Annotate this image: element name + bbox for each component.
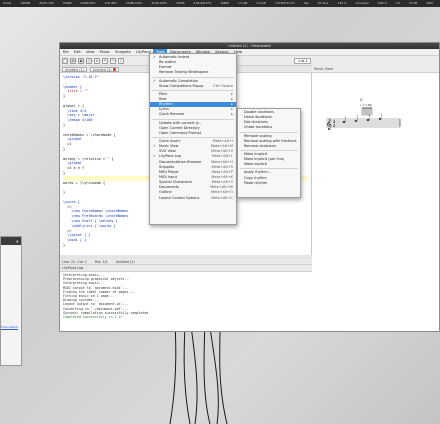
status-item: Sep (303, 2, 309, 5)
editor-line[interactable]: } (63, 243, 308, 248)
log-line: Completed successfully in 1.4". (63, 314, 125, 319)
rhythm-menu-item[interactable]: Paste rhythm (238, 181, 300, 186)
menubar: File Edit View Music Snippets LilyPond Tools Do… (60, 48, 439, 56)
rhythm-menu-item[interactable]: Make explicit (238, 162, 300, 167)
status-item: Frame (3, 2, 12, 5)
engrave-icon[interactable]: ♪ (118, 57, 124, 64)
document-name: Untitled (2) (115, 259, 135, 264)
position-count: Pos: 1/1 (94, 259, 108, 264)
log-output: Interpreting music... Preprocessing graph… (60, 272, 312, 320)
undo-icon[interactable]: ↶ (102, 57, 108, 64)
score-chord-name: C (360, 97, 363, 102)
rhythm-menu-item[interactable]: Remove durations (238, 144, 300, 149)
rhythm-submenu: Double durations Halve durations Dot durat… (237, 108, 301, 198)
tools-menu-item[interactable]: Quick Remove ▸ (150, 112, 236, 117)
close-tab-icon[interactable] (112, 67, 116, 71)
svg-text:4: 4 (333, 124, 336, 128)
background-window: ✕ Frescobaldi (0, 236, 22, 366)
menu-item-label: Open Command Prompt (159, 130, 202, 135)
menu-view[interactable]: View (83, 49, 97, 56)
status-item: 3.47958 41.3% (274, 2, 295, 5)
menu-music[interactable]: Music (97, 49, 112, 56)
menu-item-label: Quick Remove (159, 112, 185, 117)
menu-separator (240, 149, 298, 151)
menu-file[interactable]: File (60, 49, 71, 56)
new-document-icon[interactable]: □ (62, 57, 68, 64)
page-indicator[interactable]: 1 of 1 (294, 57, 312, 64)
status-item: 18848 (220, 2, 229, 5)
rhythm-menu-item[interactable]: Undot durations (238, 125, 300, 130)
menu-separator (152, 136, 234, 138)
status-item: 0.68 GiB 27% (193, 2, 212, 5)
tools-menu: ✓ Automatic Indent Re-indent Format Remove T… (149, 53, 237, 225)
menu-edit[interactable]: Edit (71, 49, 83, 56)
status-item: 25 mins (317, 2, 329, 5)
fretboard-diagram (361, 107, 373, 116)
tools-menu-item[interactable]: Layout Control Options Meta+Alt+C (150, 196, 236, 201)
print-icon[interactable]: ⎙ (86, 57, 92, 64)
system-status-bar: Frame 140588 28.6% 10% 65488 22048 20% 3.4k 4… (0, 0, 440, 7)
menu-separator (152, 89, 234, 91)
status-item: 2.5 GiB (256, 2, 266, 5)
menu-item-label: Layout Control Options (159, 195, 200, 200)
score-tempo: ♩ = 100 (360, 103, 372, 107)
menu-separator (240, 131, 298, 133)
background-window-titlebar: ✕ (1, 237, 21, 245)
score-preview[interactable]: C ♩ = 100 𝄞 4 4 (324, 93, 404, 133)
open-icon[interactable]: ▤ (70, 57, 76, 64)
window-title: Untitled (2) – Frescobaldi (228, 44, 271, 48)
log-panel-title: LilyPond Log (60, 265, 312, 272)
status-item: 12 PM (409, 2, 418, 5)
status-item: 22048 20% (80, 2, 96, 5)
status-item: 29.48 100% (151, 2, 168, 5)
menu-separator (240, 168, 298, 170)
status-item: 140588 (20, 2, 31, 5)
menu-item-shortcut: ▸ (231, 112, 233, 117)
status-item: 27848 (176, 2, 185, 5)
background-window-link[interactable]: Frescobaldi (1, 325, 18, 329)
staff-lines (326, 118, 400, 128)
doc-tab-2[interactable]: Untitled (2) (89, 66, 119, 72)
status-item: 65488 (63, 2, 72, 5)
menu-snippets[interactable]: Snippets (113, 49, 134, 56)
music-view-panel: Music View C ♩ = 100 𝄞 4 4 (312, 65, 439, 331)
lilypond-log-panel: LilyPond Log Interpreting music... Prepro… (60, 265, 312, 331)
status-item: 2024 (426, 2, 433, 5)
menu-item-shortcut: Ctrl+Space (213, 83, 233, 88)
tools-menu-item[interactable]: Remove Trailing Whitespace (150, 70, 236, 75)
tools-menu-item[interactable]: Open Command Prompt (150, 131, 236, 136)
music-view-title: Music View (312, 65, 439, 73)
status-item: 3.4k 46% (104, 2, 117, 5)
menu-separator (152, 118, 234, 120)
doc-tab-1[interactable]: Untitled (1) (62, 66, 87, 72)
status-item: 28.6% 10% (39, 2, 55, 5)
status-item: document (355, 2, 369, 5)
cursor-position: Line: 22, Col: 2 (62, 259, 87, 264)
menu-item-label: Remove Trailing Whitespace (159, 70, 209, 75)
tools-menu-item[interactable]: Show Completions Popup Ctrl+Space (150, 84, 236, 89)
close-icon[interactable]: ✕ (16, 239, 19, 244)
status-item: 47488 100% (125, 2, 143, 5)
menu-item-shortcut: Meta+Alt+C (211, 195, 233, 200)
menu-separator (152, 76, 234, 78)
status-item: 1.5 GiB (237, 2, 248, 5)
status-item: 1.84 % (337, 2, 347, 5)
save-icon[interactable]: ▣ (78, 57, 84, 64)
redo-icon[interactable]: ↷ (110, 57, 116, 64)
status-item: 2.0 (395, 2, 401, 5)
status-item: 9.66 % (377, 2, 387, 5)
close-doc-icon[interactable]: ✕ (94, 57, 100, 64)
treble-clef: 𝄞 (326, 118, 332, 130)
menu-item-label: Show Completions Popup (159, 83, 204, 88)
window-titlebar: Untitled (2) – Frescobaldi (60, 43, 439, 49)
